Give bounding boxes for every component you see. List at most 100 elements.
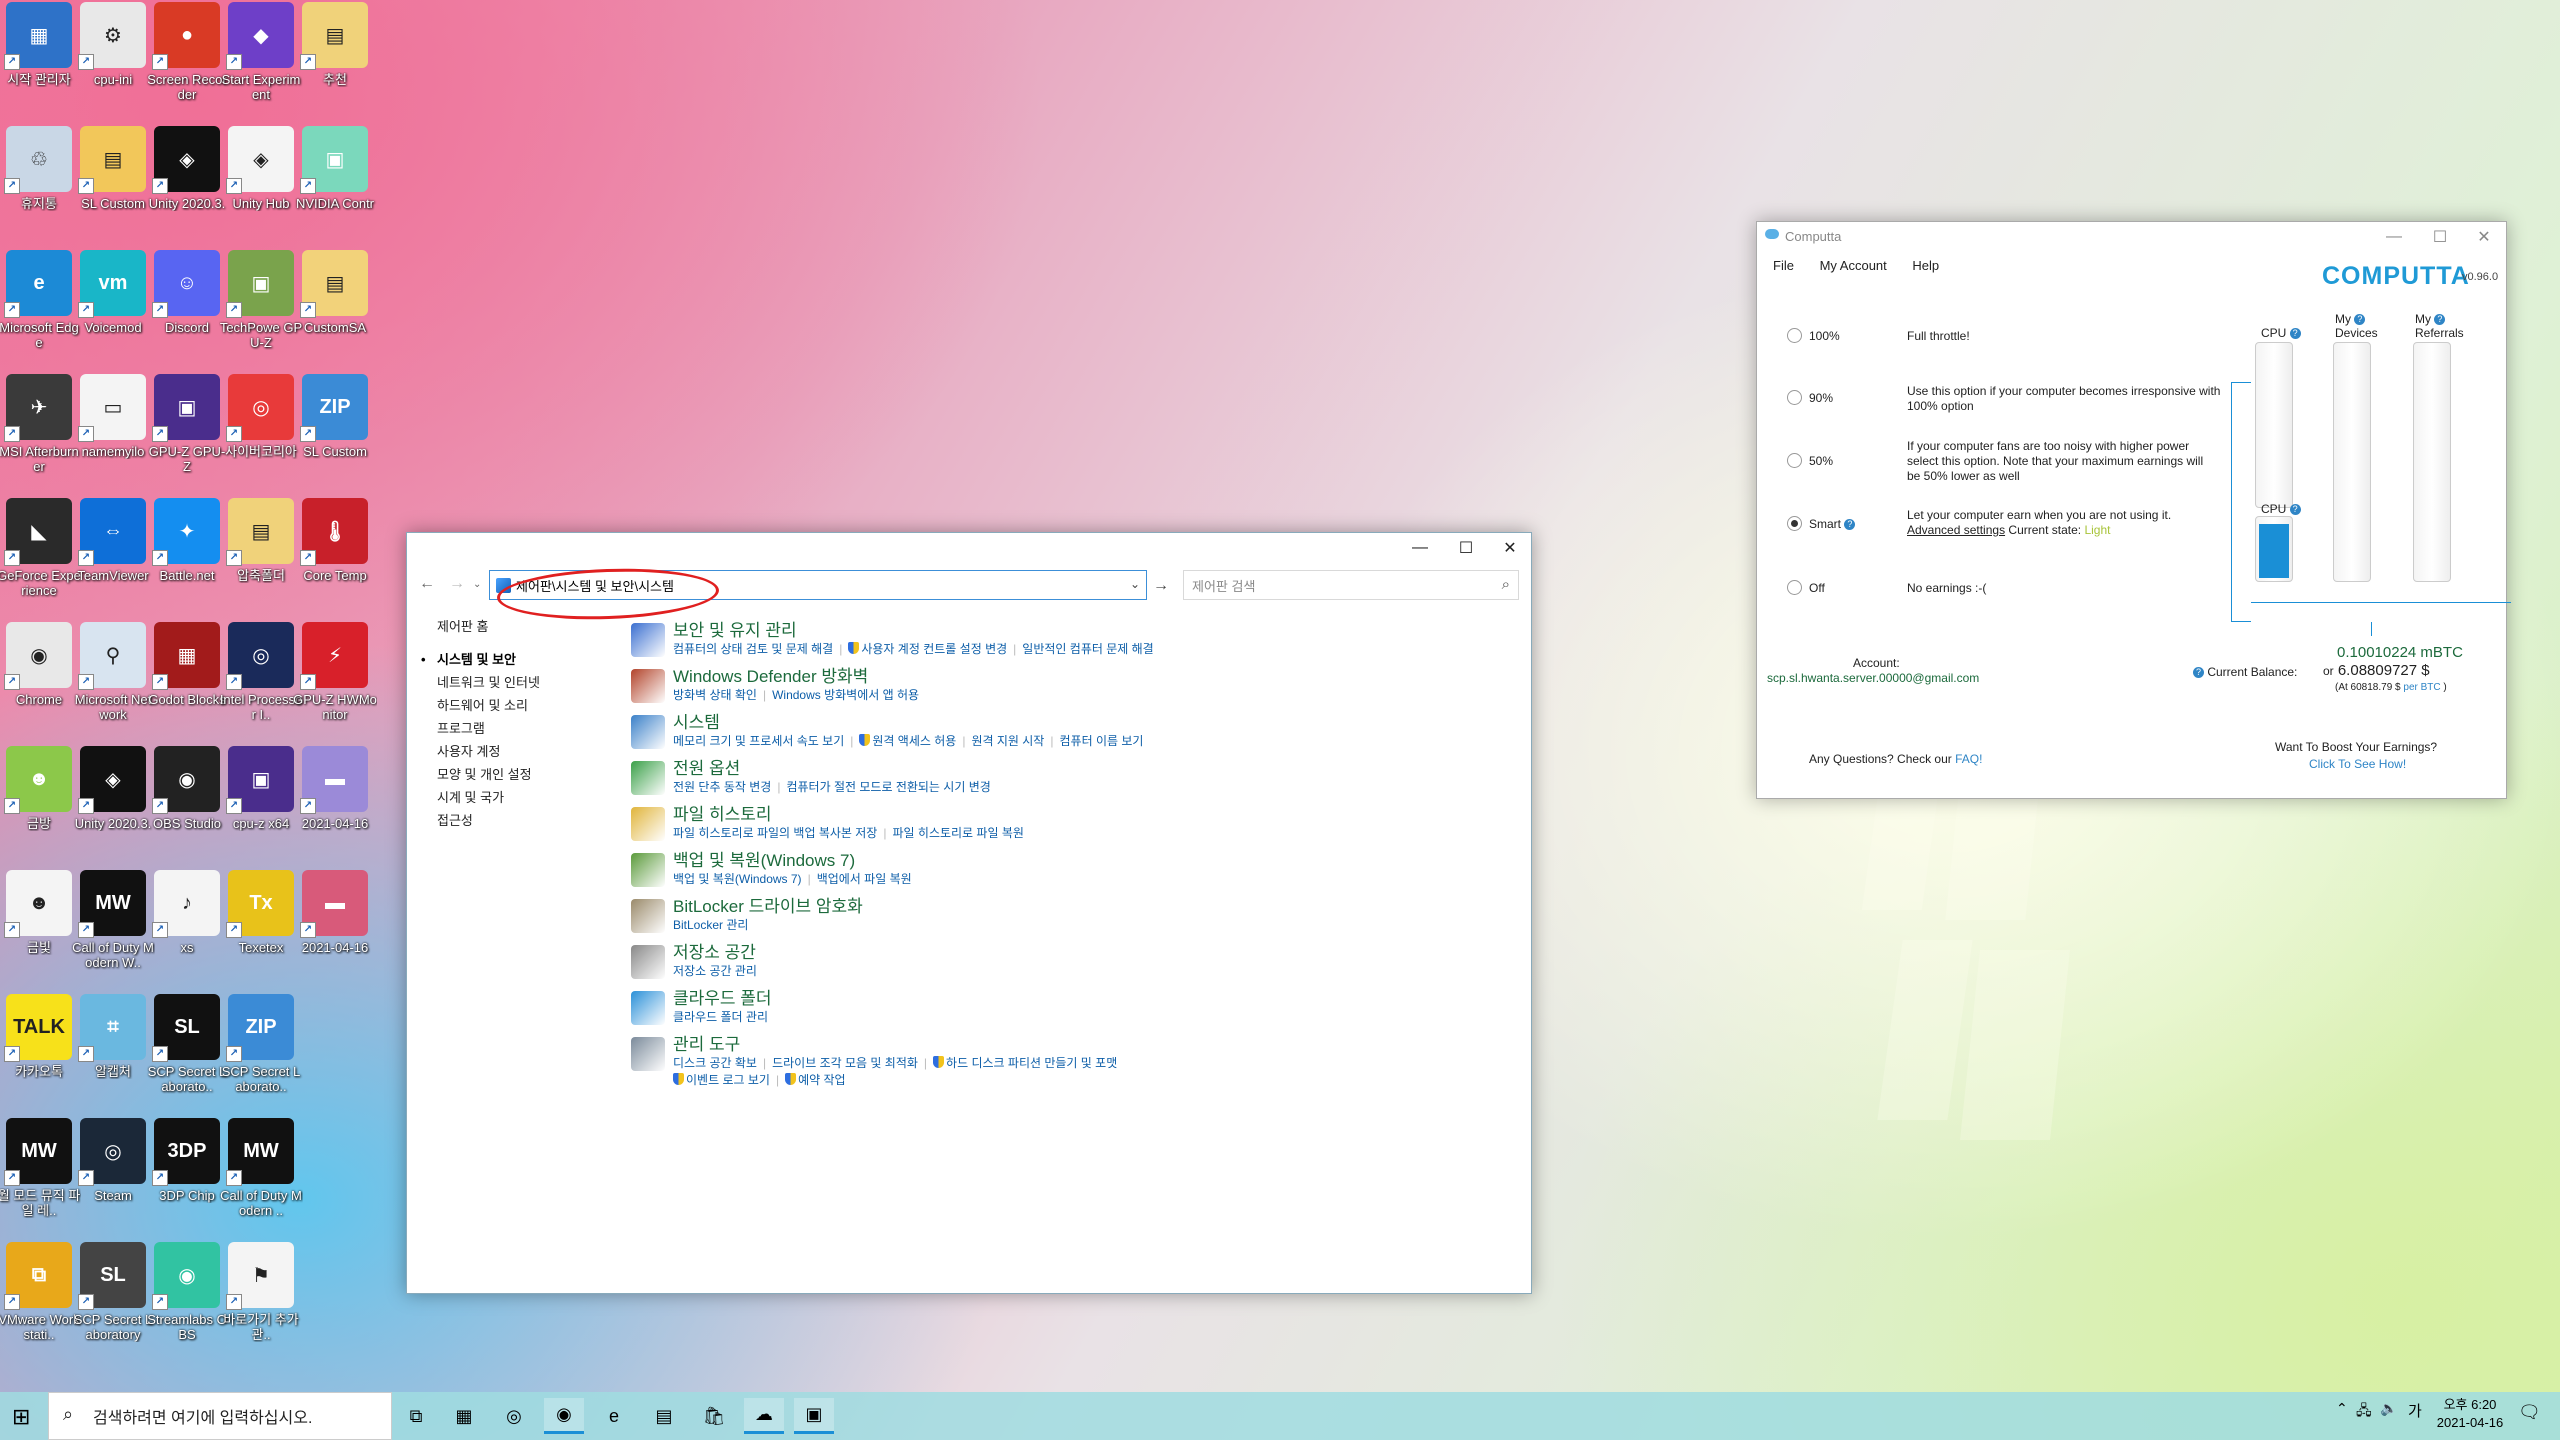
- menu-file[interactable]: File: [1773, 258, 1794, 273]
- desktop-icon[interactable]: ▤ ↗ CustomSA: [296, 250, 374, 370]
- desktop-icon[interactable]: ZIP ↗ SL Custom: [296, 374, 374, 494]
- desktop-icon[interactable]: ◉ ↗ Chrome: [0, 622, 78, 742]
- menu-my-account[interactable]: My Account: [1820, 258, 1887, 273]
- faq-link[interactable]: FAQ!: [1955, 752, 1982, 766]
- desktop-icon[interactable]: ◎ ↗ Steam: [74, 1118, 152, 1238]
- category-icon[interactable]: [631, 807, 665, 841]
- sidebar-item[interactable]: 사용자 계정: [437, 740, 607, 763]
- task-view-icon[interactable]: ⧉: [396, 1398, 436, 1434]
- category-icon[interactable]: [631, 715, 665, 749]
- radio-50[interactable]: [1787, 453, 1802, 468]
- category-title-link[interactable]: 파일 히스토리: [673, 805, 1507, 825]
- category-icon[interactable]: [631, 945, 665, 979]
- maximize-button[interactable]: ☐: [1443, 533, 1489, 563]
- category-task-link[interactable]: 원격 지원 시작: [971, 734, 1044, 748]
- address-dropdown-icon[interactable]: ⌄: [1130, 577, 1140, 591]
- sidebar-item[interactable]: 시스템 및 보안: [421, 648, 607, 671]
- category-title-link[interactable]: 백업 및 복원(Windows 7): [673, 851, 1507, 871]
- desktop-icon[interactable]: ⇔ ↗ TeamViewer: [74, 498, 152, 618]
- desktop-icon[interactable]: ▣ ↗ cpu-z x64: [222, 746, 300, 866]
- desktop-icon[interactable]: SL ↗ SCP Secret Laborato..: [148, 994, 226, 1114]
- category-title-link[interactable]: 관리 도구: [673, 1035, 1507, 1055]
- category-task-link[interactable]: Windows 방화벽에서 앱 허용: [772, 688, 919, 702]
- desktop-icon[interactable]: ▣ ↗ GPU-Z GPU-Z: [148, 374, 226, 494]
- desktop-icon[interactable]: ▬ ↗ 2021-04-16: [296, 746, 374, 866]
- notifications-icon[interactable]: 🗨: [2518, 1402, 2541, 1423]
- category-title-link[interactable]: 클라우드 폴더: [673, 989, 1507, 1009]
- category-task-link[interactable]: 파일 히스토리로 파일의 백업 복사본 저장: [673, 826, 877, 840]
- category-icon[interactable]: [631, 669, 665, 703]
- desktop-icon[interactable]: ♪ ↗ xs: [148, 870, 226, 990]
- category-task-link[interactable]: 컴퓨터의 상태 검토 및 문제 해결: [673, 642, 833, 656]
- desktop-icon[interactable]: Tx ↗ Texetex: [222, 870, 300, 990]
- desktop-icon[interactable]: ▦ ↗ 시작 관리자: [0, 2, 78, 122]
- category-task-link[interactable]: 메모리 크기 및 프로세서 속도 보기: [673, 734, 844, 748]
- category-task-link[interactable]: 백업에서 파일 복원: [817, 872, 912, 886]
- explorer-tiles-icon[interactable]: ▦: [444, 1398, 484, 1434]
- category-task-link[interactable]: 디스크 공간 확보: [673, 1056, 757, 1070]
- computta-minimize-button[interactable]: —: [2371, 222, 2417, 252]
- menu-help[interactable]: Help: [1912, 258, 1939, 273]
- category-task-link[interactable]: 파일 히스토리로 파일 복원: [892, 826, 1023, 840]
- control-panel-titlebar[interactable]: — ☐ ✕: [407, 533, 1531, 563]
- desktop-icon[interactable]: ▣ ↗ NVIDIA Contr: [296, 126, 374, 246]
- sidebar-item[interactable]: 프로그램: [437, 717, 607, 740]
- computta-titlebar[interactable]: Computta — ☐ ✕: [1757, 222, 2506, 252]
- steam-icon[interactable]: ◎: [494, 1398, 534, 1434]
- desktop-icon[interactable]: ▤ ↗ 추천: [296, 2, 374, 122]
- desktop-icon[interactable]: ◉ ↗ OBS Studio: [148, 746, 226, 866]
- category-task-link[interactable]: 이벤트 로그 보기: [673, 1073, 770, 1087]
- desktop-icon[interactable]: ⚑ ↗ 바로가기 추가 관..: [222, 1242, 300, 1362]
- computta-maximize-button[interactable]: ☐: [2417, 222, 2463, 252]
- recent-locations-chevron-icon[interactable]: ⌄: [473, 579, 481, 590]
- category-task-link[interactable]: 예약 작업: [785, 1073, 846, 1087]
- desktop-icon[interactable]: 3DP ↗ 3DP Chip: [148, 1118, 226, 1238]
- go-arrow-icon[interactable]: →: [1153, 577, 1169, 595]
- desktop-icon[interactable]: MW ↗ Call of Duty Modern W..: [72, 870, 154, 990]
- desktop-icon[interactable]: ⧉ ↗ VMware Workstati..: [0, 1242, 80, 1362]
- search-control-panel-input[interactable]: 제어판 검색 ⌕: [1183, 570, 1519, 600]
- desktop-icon[interactable]: MW ↗ Call of Duty Modern ..: [220, 1118, 302, 1238]
- radio-off[interactable]: [1787, 580, 1802, 595]
- desktop-icon[interactable]: 🌡 ↗ Core Temp: [296, 498, 374, 618]
- sidebar-item[interactable]: 모양 및 개인 설정: [437, 763, 607, 786]
- desktop-icon[interactable]: ☻ ↗ 금빛: [0, 870, 78, 990]
- desktop-icon[interactable]: ♲ ↗ 휴지통: [0, 126, 78, 246]
- store-icon[interactable]: 🛍: [694, 1398, 734, 1434]
- desktop-icon[interactable]: SL ↗ SCP Secret Laboratory: [74, 1242, 152, 1362]
- desktop-icon[interactable]: ◈ ↗ Unity 2020.3.: [148, 126, 226, 246]
- desktop-icon[interactable]: ▤ ↗ 압축폴더: [222, 498, 300, 618]
- sidebar-item[interactable]: 접근성: [437, 809, 607, 832]
- category-icon[interactable]: [631, 623, 665, 657]
- edge-icon[interactable]: e: [594, 1398, 634, 1434]
- category-task-link[interactable]: 사용자 계정 컨트롤 설정 변경: [848, 642, 1007, 656]
- desktop-icon[interactable]: ◣ ↗ GeForce Experience: [0, 498, 81, 618]
- desktop-icon[interactable]: ◎ ↗ 사이버코리아: [222, 374, 300, 494]
- windows-start-icon[interactable]: ⊞: [12, 1404, 30, 1430]
- category-task-link[interactable]: 저장소 공간 관리: [673, 964, 757, 978]
- taskbar-search-input[interactable]: ⌕ 검색하려면 여기에 입력하십시오.: [48, 1392, 392, 1440]
- desktop-icon[interactable]: ZIP ↗ SCP Secret Laborato..: [222, 994, 300, 1114]
- desktop-icon[interactable]: ☺ ↗ Discord: [148, 250, 226, 370]
- desktop-icon[interactable]: ◈ ↗ Unity 2020.3.: [74, 746, 152, 866]
- category-icon[interactable]: [631, 1037, 665, 1071]
- desktop-icon[interactable]: ⌗ ↗ 알캡처: [74, 994, 152, 1114]
- category-title-link[interactable]: 시스템: [673, 713, 1507, 733]
- close-button[interactable]: ✕: [1487, 533, 1533, 563]
- boost-link[interactable]: Click To See How!: [2309, 757, 2406, 771]
- forward-arrow-icon[interactable]: →: [449, 575, 465, 593]
- desktop-icon[interactable]: ⚙ ↗ cpu-ini: [74, 2, 152, 122]
- category-task-link[interactable]: 드라이브 조각 모음 및 최적화: [772, 1056, 918, 1070]
- category-title-link[interactable]: 전원 옵션: [673, 759, 1507, 779]
- desktop-icon[interactable]: ● ↗ Screen Recorder: [147, 2, 227, 122]
- desktop-icon[interactable]: ▬ ↗ 2021-04-16: [296, 870, 374, 990]
- category-task-link[interactable]: 전원 단추 동작 변경: [673, 780, 771, 794]
- advanced-settings-link[interactable]: Advanced settings: [1907, 523, 2005, 537]
- category-icon[interactable]: [631, 761, 665, 795]
- desktop-icon[interactable]: ◈ ↗ Unity Hub: [222, 126, 300, 246]
- category-task-link[interactable]: 컴퓨터가 절전 모드로 전환되는 시기 변경: [786, 780, 990, 794]
- category-title-link[interactable]: 보안 및 유지 관리: [673, 621, 1507, 641]
- radio-100[interactable]: [1787, 328, 1802, 343]
- desktop-icon[interactable]: TALK ↗ 카카오톡: [0, 994, 78, 1114]
- sound-icon[interactable]: 🔈: [2380, 1400, 2397, 1417]
